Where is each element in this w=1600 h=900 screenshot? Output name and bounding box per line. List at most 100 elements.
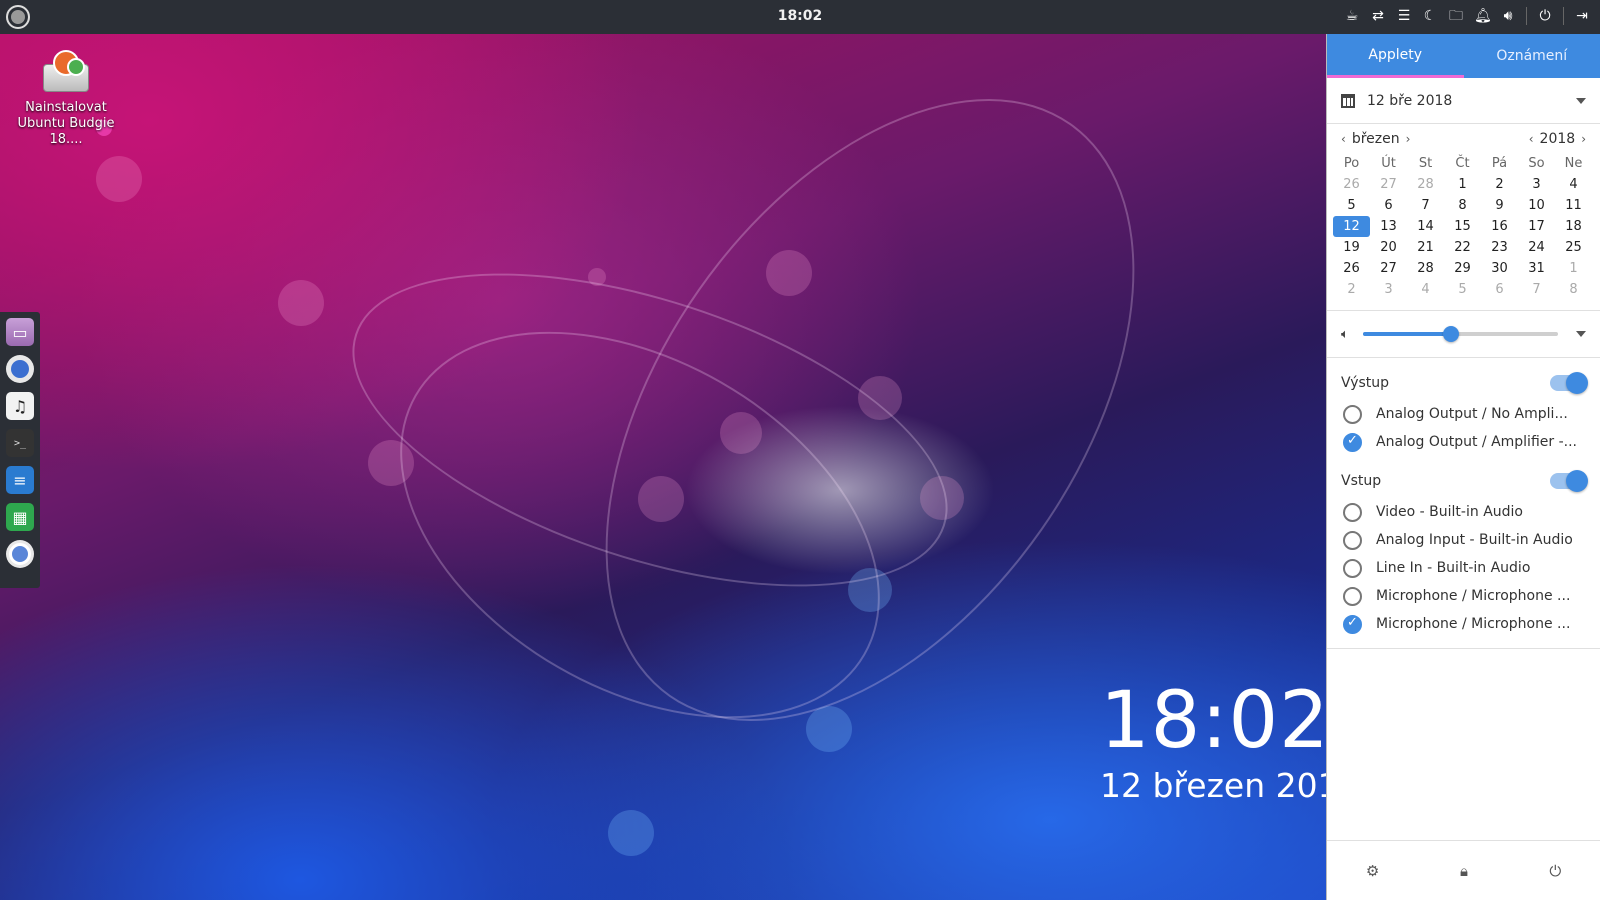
power-icon[interactable]: ⏻ [1540,862,1570,880]
calendar-day[interactable]: 28 [1407,258,1444,279]
calendar-day[interactable]: 13 [1370,216,1407,237]
audio-device-label: Video - Built-in Audio [1376,504,1523,520]
calendar-day[interactable]: 3 [1518,174,1555,195]
next-month-button[interactable]: › [1400,132,1417,146]
calendar-day[interactable]: 4 [1407,279,1444,300]
calendar-day[interactable]: 14 [1407,216,1444,237]
radio-unchecked-icon[interactable] [1343,530,1362,550]
calendar-day[interactable]: 11 [1555,195,1592,216]
volume-icon[interactable]: 🔊︎ [1500,7,1516,25]
calendar-day[interactable]: 7 [1518,279,1555,300]
app-menu-button[interactable] [6,5,30,29]
calendar-day[interactable]: 5 [1333,195,1370,216]
tab-applets[interactable]: Applety [1327,34,1464,78]
files-icon[interactable]: ▭ [6,318,34,346]
night-light-icon[interactable]: ☾ [1422,7,1438,25]
audio-device-label: Microphone / Microphone ... [1376,616,1571,632]
calendar-day[interactable]: 6 [1370,195,1407,216]
calendar-day[interactable]: 2 [1333,279,1370,300]
music-icon[interactable]: ♫ [6,392,34,420]
calendar-day[interactable]: 25 [1555,237,1592,258]
calendar-day[interactable]: 20 [1370,237,1407,258]
calendar-day[interactable]: 29 [1444,258,1481,279]
audio-device-option[interactable]: Analog Input - Built-in Audio [1327,526,1600,554]
logout-icon[interactable]: ⇥ [1574,7,1590,25]
next-year-button[interactable]: › [1575,132,1592,146]
coffee-icon[interactable]: ☕ [1344,7,1360,25]
power-icon[interactable]: ⏻ [1537,7,1553,25]
calendar-day[interactable]: 5 [1444,279,1481,300]
radio-unchecked-icon[interactable] [1343,558,1362,578]
calendar-day[interactable]: 10 [1518,195,1555,216]
calendar-day[interactable]: 24 [1518,237,1555,258]
calendar-day[interactable]: 26 [1333,174,1370,195]
calendar-day[interactable]: 19 [1333,237,1370,258]
calendar-day[interactable]: 15 [1444,216,1481,237]
calendar-day[interactable]: 30 [1481,258,1518,279]
prev-year-button[interactable]: ‹ [1523,132,1540,146]
calendar-day[interactable]: 27 [1370,174,1407,195]
audio-device-option[interactable]: Analog Output / Amplifier -... [1327,428,1600,456]
calendar-day[interactable]: 18 [1555,216,1592,237]
tray-separator [1526,7,1527,25]
radio-checked-icon[interactable] [1343,614,1362,634]
tab-notifications[interactable]: Oznámení [1464,34,1600,78]
volume-slider[interactable] [1362,326,1558,342]
audio-device-option[interactable]: Video - Built-in Audio [1327,498,1600,526]
calendar-icon [1341,93,1355,108]
network-icon[interactable]: ⇄ [1370,7,1386,25]
calendar-header[interactable]: 12 bře 2018 [1327,78,1600,124]
audio-device-option[interactable]: Line In - Built-in Audio [1327,554,1600,582]
install-ubuntu-desktop-icon[interactable]: Nainstalovat Ubuntu Budgie 18.... [14,50,118,148]
calendar-day[interactable]: 8 [1444,195,1481,216]
radio-unchecked-icon[interactable] [1343,502,1362,522]
calendar-day[interactable]: 28 [1407,174,1444,195]
audio-device-option[interactable]: Microphone / Microphone ... [1327,610,1600,638]
calendar-day[interactable]: 17 [1518,216,1555,237]
calendar-day[interactable]: 31 [1518,258,1555,279]
calendar-day[interactable]: 1 [1555,258,1592,279]
calendar-day[interactable]: 22 [1444,237,1481,258]
calendar-day[interactable]: 8 [1555,279,1592,300]
weekday-header: Po [1343,156,1360,171]
calendar-day[interactable]: 16 [1481,216,1518,237]
settings-icon[interactable]: ⚙ [1358,862,1388,880]
calendar-day[interactable]: 23 [1481,237,1518,258]
writer-icon[interactable]: ≡ [6,466,34,494]
bell-icon[interactable]: 🔔︎ [1474,7,1492,25]
chromium-icon[interactable] [6,540,34,568]
calendar-day[interactable]: 9 [1481,195,1518,216]
top-panel: 18:02 ☕ ⇄ ☰ ☾ 🗀 🔔︎ 🔊︎ ⏻ ⇥ [0,0,1600,34]
prev-month-button[interactable]: ‹ [1335,132,1352,146]
app-grid-icon[interactable] [6,355,34,383]
calendar-day[interactable]: 1 [1444,174,1481,195]
calendar-day[interactable]: 21 [1407,237,1444,258]
audio-device-option[interactable]: Microphone / Microphone ... [1327,582,1600,610]
chevron-down-icon[interactable] [1576,97,1586,104]
output-title: Výstup [1341,375,1390,391]
installer-icon [41,50,91,96]
radio-unchecked-icon[interactable] [1343,586,1362,606]
folder-icon[interactable]: 🗀 [1448,7,1464,25]
radio-unchecked-icon[interactable] [1343,404,1362,424]
calendar-day[interactable]: 2 [1481,174,1518,195]
calendar-day-today[interactable]: 12 [1333,216,1370,237]
audio-device-option[interactable]: Analog Output / No Ampli... [1327,400,1600,428]
calendar-day[interactable]: 7 [1407,195,1444,216]
audio-device-label: Analog Input - Built-in Audio [1376,532,1573,548]
calendar-day[interactable]: 6 [1481,279,1518,300]
calendar-day[interactable]: 3 [1370,279,1407,300]
terminal-icon[interactable]: >_ [6,429,34,457]
output-toggle[interactable] [1550,372,1588,394]
calendar-day[interactable]: 27 [1370,258,1407,279]
input-section: Vstup Video - Built-in Audio Analog Input… [1327,460,1600,642]
input-toggle[interactable] [1550,470,1588,492]
chevron-down-icon[interactable] [1576,331,1586,337]
calendar-day[interactable]: 26 [1333,258,1370,279]
radio-checked-icon[interactable] [1343,432,1362,452]
calendar-day[interactable]: 4 [1555,174,1592,195]
menu-icon[interactable]: ☰ [1396,7,1412,25]
volume-slider-handle[interactable] [1442,326,1459,342]
calc-icon[interactable]: ▦ [6,503,34,531]
lock-icon[interactable]: 🔒︎ [1449,862,1479,880]
